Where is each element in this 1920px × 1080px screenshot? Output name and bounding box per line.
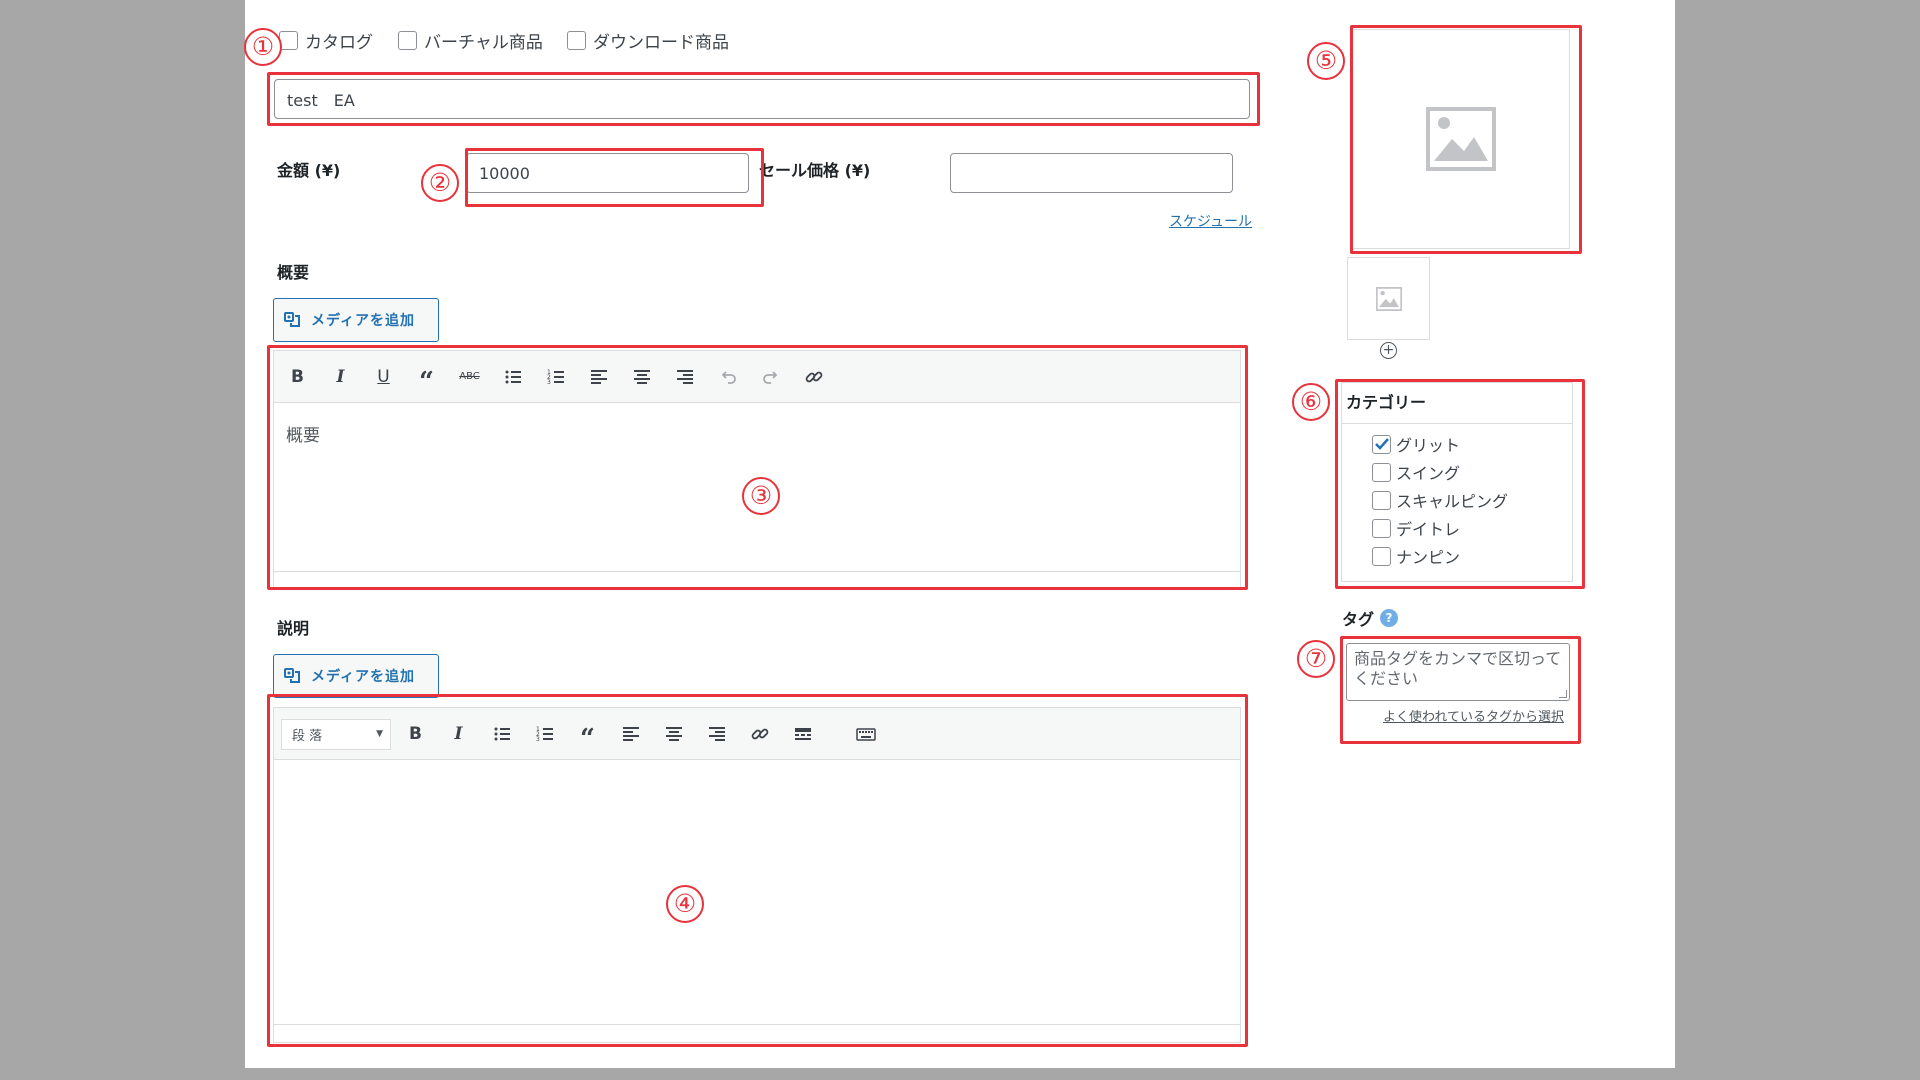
annotation-number-7: ⑦ xyxy=(1297,640,1335,678)
description-add-media-label: メディアを追加 xyxy=(311,669,416,685)
summary-label: 概要 xyxy=(277,263,310,282)
summary-add-media-button[interactable]: メディアを追加 xyxy=(273,298,439,342)
annotation-number-5: ⑤ xyxy=(1307,42,1345,80)
media-icon xyxy=(284,668,300,683)
image-icon xyxy=(1375,286,1402,311)
annotation-box-7 xyxy=(1340,636,1581,744)
annotation-number-6: ⑥ xyxy=(1292,383,1330,421)
sale-price-label: セール価格 (¥) xyxy=(759,161,871,180)
download-checkbox[interactable] xyxy=(567,31,586,50)
media-icon xyxy=(284,312,300,327)
description-label: 説明 xyxy=(277,619,310,638)
virtual-checkbox[interactable] xyxy=(398,31,417,50)
add-gallery-image-icon[interactable]: + xyxy=(1380,342,1397,359)
annotation-box-5 xyxy=(1350,25,1582,254)
virtual-label: バーチャル商品 xyxy=(424,33,543,53)
help-icon[interactable]: ? xyxy=(1380,609,1399,627)
summary-add-media-label: メディアを追加 xyxy=(311,313,416,329)
type-option-download[interactable]: ダウンロード商品 xyxy=(567,28,729,53)
regular-price-label: 金額 (¥) xyxy=(277,161,341,180)
sale-price-input[interactable] xyxy=(950,153,1233,193)
gallery-image-placeholder[interactable] xyxy=(1347,257,1430,340)
annotation-number-1: ① xyxy=(244,28,282,66)
annotation-box-4 xyxy=(267,694,1248,1047)
tag-title: タグ xyxy=(1342,610,1375,629)
annotation-box-6 xyxy=(1335,379,1585,589)
tag-title-row: タグ ? xyxy=(1342,606,1399,630)
annotation-number-4: ④ xyxy=(666,885,704,923)
description-add-media-button[interactable]: メディアを追加 xyxy=(273,654,439,698)
catalog-label: カタログ xyxy=(305,33,373,53)
annotation-box-1 xyxy=(267,72,1260,126)
download-label: ダウンロード商品 xyxy=(593,33,729,53)
annotation-box-3 xyxy=(267,345,1248,590)
annotation-number-3: ③ xyxy=(742,477,780,515)
annotation-box-2 xyxy=(465,148,764,207)
type-option-virtual[interactable]: バーチャル商品 xyxy=(398,28,543,53)
annotation-number-2: ② xyxy=(421,164,459,202)
schedule-link[interactable]: スケジュール xyxy=(1169,211,1252,231)
type-option-catalog[interactable]: カタログ xyxy=(279,28,373,53)
